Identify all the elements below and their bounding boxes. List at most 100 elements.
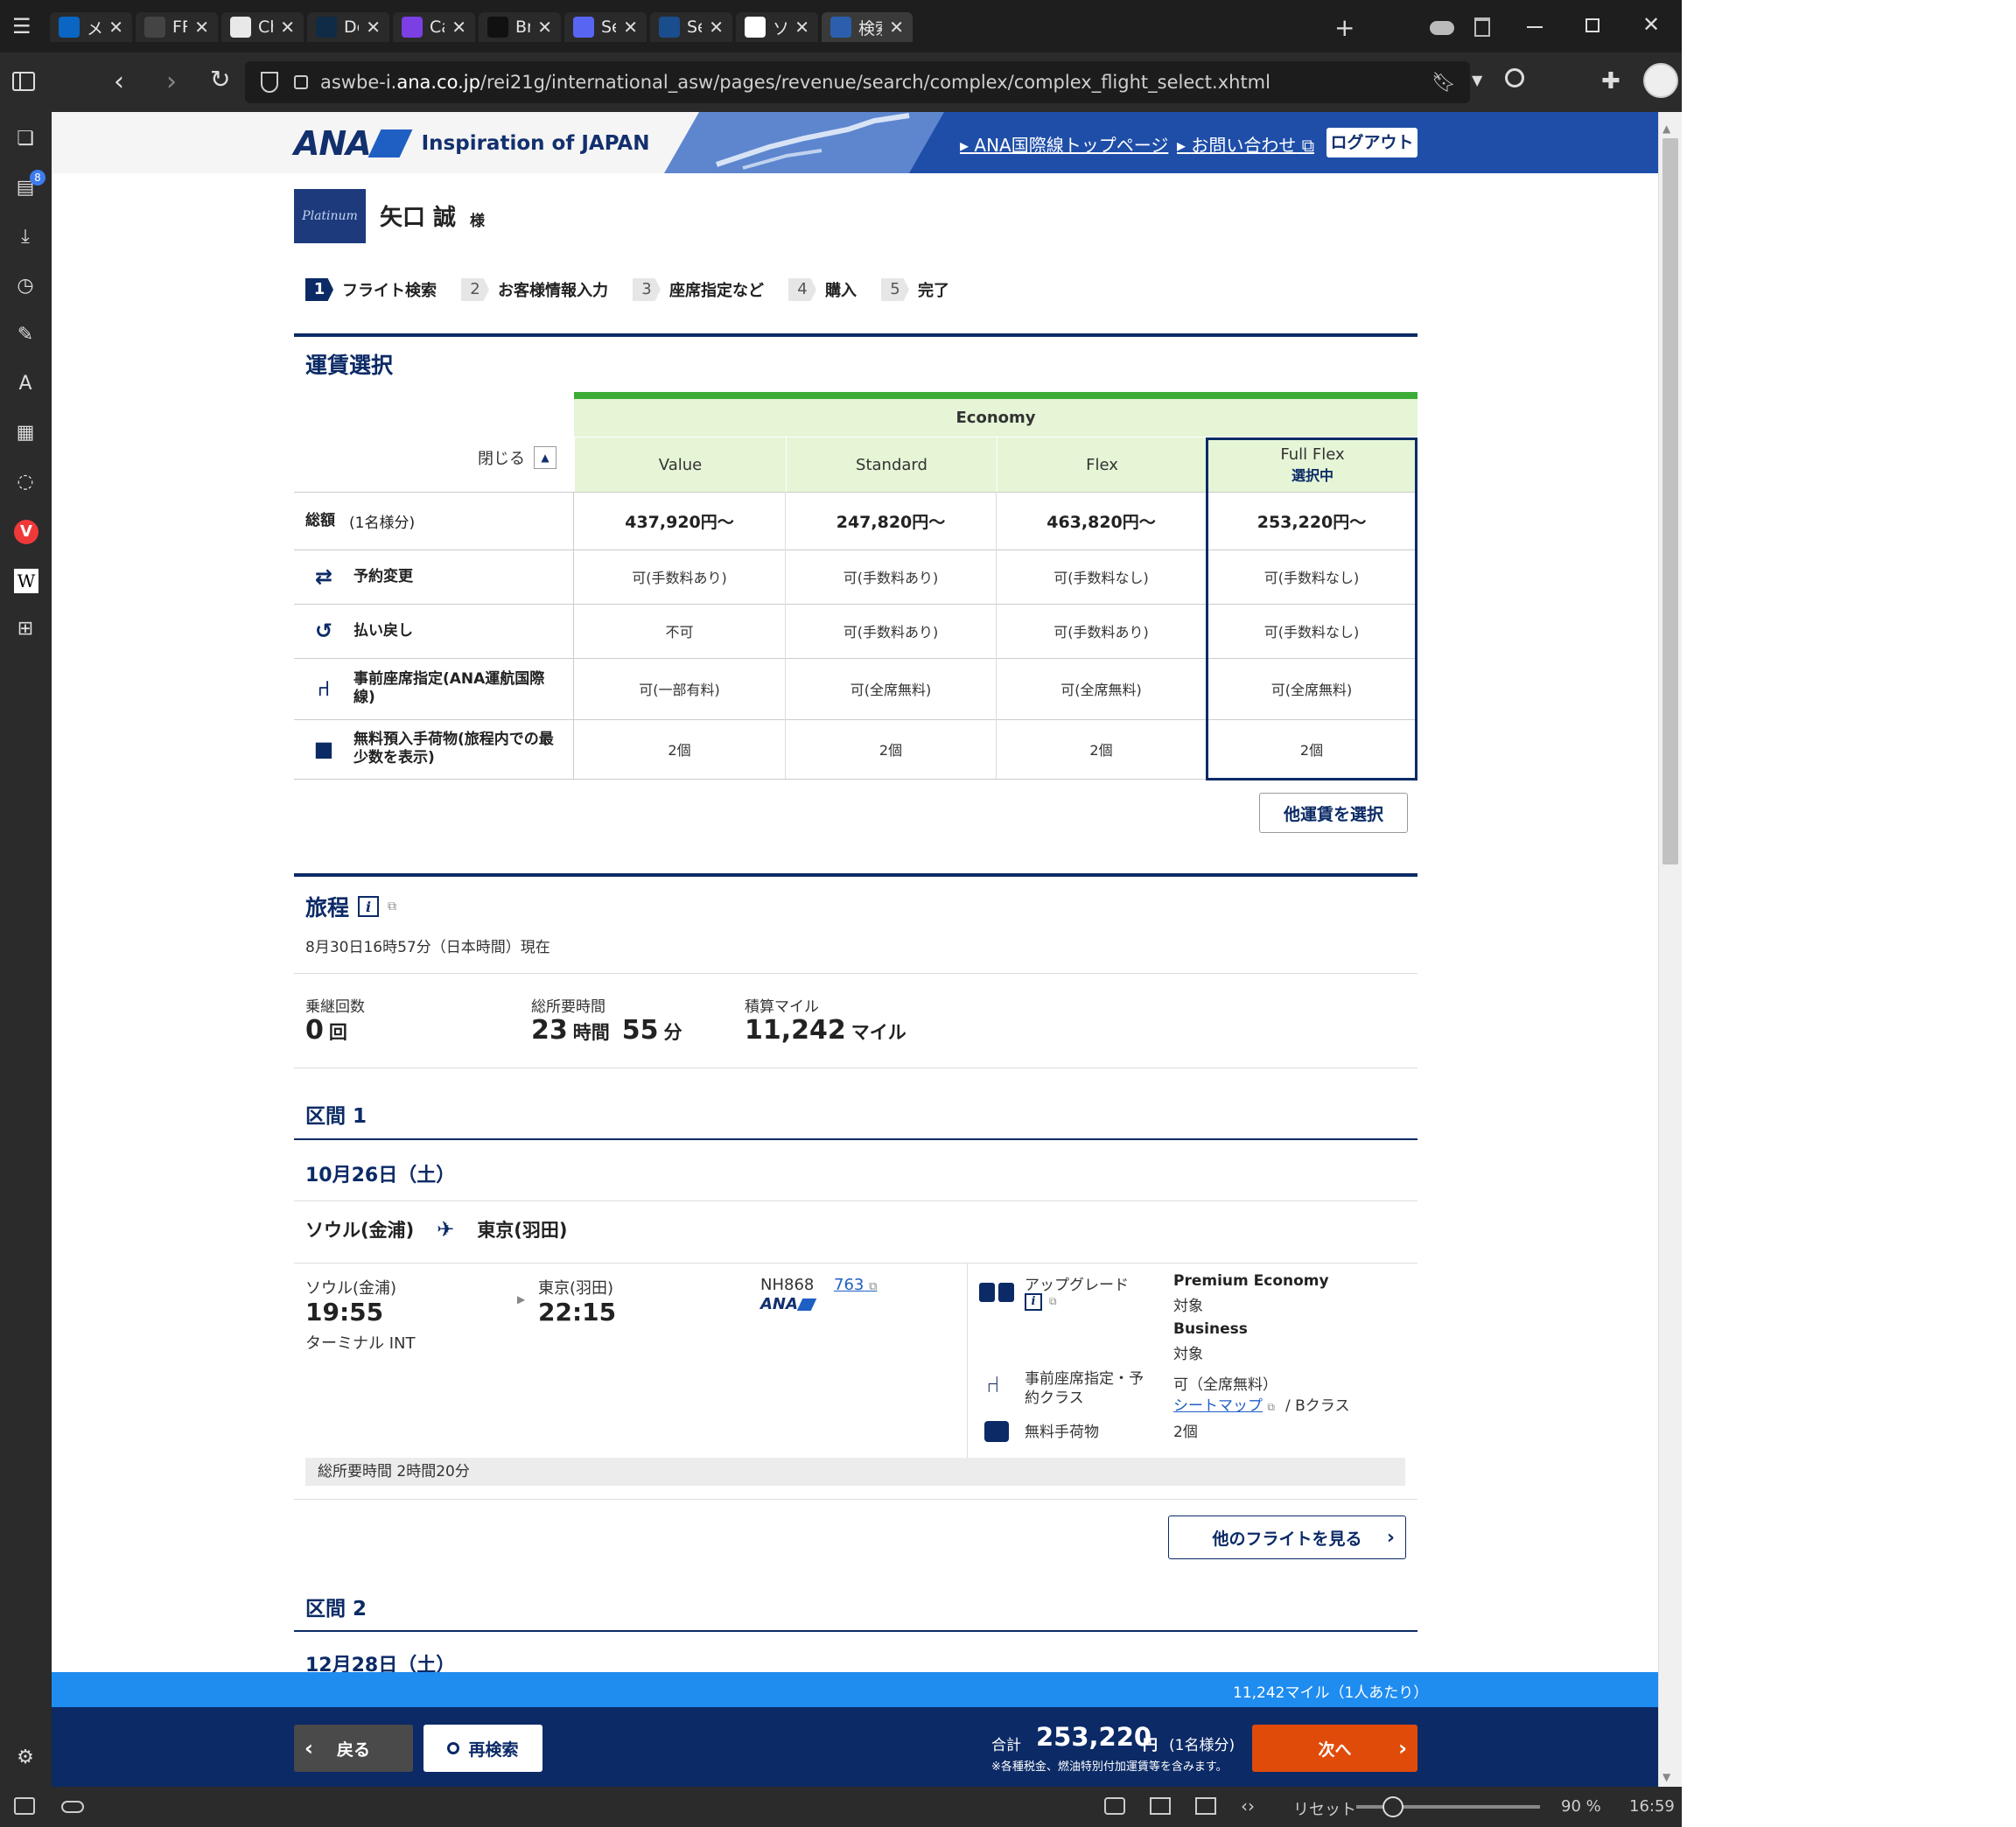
- stat-number: 55: [621, 1015, 659, 1046]
- browser-tab[interactable]: Searc ✕: [650, 12, 732, 42]
- ana-top-link[interactable]: ▸ ANA国際線トップページ: [960, 131, 1168, 157]
- bookmark-icon[interactable]: 🔖︎: [1432, 72, 1456, 94]
- fare-name: Value: [658, 455, 703, 474]
- panel-icon[interactable]: [14, 1797, 35, 1815]
- cloud-icon[interactable]: [1430, 21, 1454, 35]
- fare-name: Standard: [856, 455, 928, 474]
- window-icon[interactable]: [1195, 1797, 1216, 1815]
- chevron-right-icon: ›: [1398, 1736, 1407, 1760]
- extensions-icon[interactable]: ✚: [1601, 68, 1620, 94]
- shield-icon[interactable]: [261, 72, 278, 93]
- add-panel-icon[interactable]: ⊞: [12, 616, 38, 642]
- itinerary-heading: 旅程 i ⧉: [305, 891, 396, 922]
- chevron-left-icon: ‹: [304, 1736, 313, 1760]
- route: ソウル(金浦) ✈ 東京(羽田): [305, 1216, 568, 1242]
- browser-tab[interactable]: Break ✕: [479, 12, 561, 42]
- stat-number: 11,242: [745, 1015, 846, 1046]
- image-icon[interactable]: [1150, 1797, 1171, 1815]
- scrollbar[interactable]: ▲ ▼: [1658, 112, 1682, 1787]
- tab-close-icon[interactable]: ✕: [452, 17, 466, 38]
- divider: [294, 1200, 1418, 1201]
- new-tab-button[interactable]: +: [1334, 16, 1354, 40]
- browser-tab[interactable]: DeepL ✕: [307, 12, 389, 42]
- search-icon[interactable]: [1505, 68, 1524, 88]
- zoom-reset[interactable]: リセット: [1293, 1797, 1356, 1820]
- tab-favicon-icon: [144, 17, 165, 38]
- tab-close-icon[interactable]: ✕: [623, 17, 638, 38]
- bookmarks-panel-icon[interactable]: ❏: [12, 126, 38, 152]
- external-link-icon: ⧉: [388, 900, 397, 914]
- route-to: 東京(羽田): [477, 1220, 568, 1241]
- browser-tab[interactable]: ChatG ✕: [221, 12, 304, 42]
- vivaldi-icon[interactable]: V: [14, 520, 38, 544]
- other-fare-button[interactable]: 他運賃を選択: [1259, 793, 1408, 833]
- fare-column-header[interactable]: Value: [574, 438, 786, 492]
- research-button[interactable]: 再検索: [424, 1725, 542, 1772]
- browser-tab[interactable]: FRIDA ✕: [136, 12, 218, 42]
- browser-tab[interactable]: Camb ✕: [393, 12, 475, 42]
- history-icon[interactable]: ◷: [12, 273, 38, 299]
- settings-icon[interactable]: ⚙: [12, 1745, 38, 1771]
- fare-table: Economy 閉じる ▲ Value Standard Flex Full Flex…: [294, 392, 1418, 780]
- booking-class: / Bクラス: [1285, 1397, 1350, 1415]
- tab-close-icon[interactable]: ✕: [889, 17, 904, 38]
- tab-close-icon[interactable]: ✕: [709, 17, 724, 38]
- seatmap-link[interactable]: シートマップ ⧉: [1173, 1393, 1275, 1415]
- reading-list-badge: 8: [30, 170, 46, 186]
- profile-avatar[interactable]: [1643, 63, 1678, 98]
- close-window-button[interactable]: ✕: [1642, 12, 1660, 37]
- fare-cell[interactable]: 463,820円～: [997, 492, 1207, 550]
- desktop-background: [1682, 0, 2016, 1827]
- ana-logo[interactable]: ANA Inspiration of JAPAN: [294, 124, 650, 163]
- zoom-slider[interactable]: [1356, 1796, 1540, 1817]
- tab-close-icon[interactable]: ✕: [280, 17, 295, 38]
- code-icon[interactable]: ‹›: [1241, 1796, 1255, 1816]
- aircraft-link[interactable]: 763 ⧉: [834, 1276, 877, 1294]
- back-icon[interactable]: ‹: [114, 66, 124, 97]
- maximize-button[interactable]: [1586, 18, 1600, 32]
- browser-tab[interactable]: SerpA ✕: [564, 12, 647, 42]
- downloads-icon[interactable]: ⤓: [12, 224, 38, 250]
- chat-icon[interactable]: ◌: [12, 469, 38, 495]
- tab-close-icon[interactable]: ✕: [794, 17, 809, 38]
- capture-icon[interactable]: [1104, 1797, 1125, 1815]
- close-toggle[interactable]: 閉じる ▲: [478, 446, 556, 469]
- panel-toggle-icon[interactable]: [12, 72, 35, 91]
- other-flights-button[interactable]: 他のフライトを見る ›: [1168, 1516, 1406, 1559]
- fare-row-label: ⑁ 事前座席指定(ANA運航国際線): [294, 658, 574, 719]
- fare-cell: 可(全席無料): [997, 658, 1207, 719]
- translate-icon[interactable]: A: [12, 371, 38, 397]
- sync-cloud-icon[interactable]: [61, 1801, 84, 1813]
- minimize-button[interactable]: [1527, 26, 1543, 28]
- url-field[interactable]: aswbe-i. ana.co.jp/rei21g/international_a…: [245, 61, 1470, 103]
- wikipedia-icon[interactable]: W: [14, 569, 38, 593]
- reload-icon[interactable]: ↻: [210, 65, 230, 94]
- total-currency: 円: [1143, 1737, 1158, 1754]
- fare-cell[interactable]: 247,820円～: [786, 492, 997, 550]
- url-dropdown-icon[interactable]: ▼: [1472, 72, 1482, 88]
- calendar-icon[interactable]: ▦: [12, 420, 38, 446]
- fare-column-header[interactable]: Flex: [997, 438, 1207, 492]
- forward-icon[interactable]: ›: [166, 66, 177, 97]
- browser-tab[interactable]: ソウル ✕: [736, 12, 818, 42]
- step-number: 4: [788, 278, 816, 301]
- fare-cell[interactable]: 437,920円～: [574, 492, 786, 550]
- tab-close-icon[interactable]: ✕: [366, 17, 381, 38]
- fare-row-text: 無料預入手荷物(旅程内での最少数を表示): [354, 731, 554, 766]
- logout-button[interactable]: ログアウト: [1326, 128, 1418, 158]
- browser-tab[interactable]: 検索 ✕: [822, 12, 913, 42]
- back-button[interactable]: ‹ 戻る: [294, 1725, 413, 1772]
- fare-column-header[interactable]: Standard: [786, 438, 997, 492]
- upgrade-info-icon[interactable]: i: [1025, 1293, 1042, 1311]
- divider: [294, 1138, 1418, 1140]
- next-button[interactable]: 次へ ›: [1252, 1725, 1418, 1772]
- tab-close-icon[interactable]: ✕: [537, 17, 552, 38]
- tab-close-icon[interactable]: ✕: [108, 17, 123, 38]
- info-icon[interactable]: i: [358, 896, 380, 917]
- menu-icon[interactable]: ☰: [12, 16, 35, 37]
- contact-link[interactable]: ▸ お問い合わせ ⧉: [1177, 131, 1314, 157]
- notes-icon[interactable]: ✎: [12, 322, 38, 348]
- trash-icon[interactable]: [1474, 18, 1490, 37]
- tab-close-icon[interactable]: ✕: [194, 17, 209, 38]
- browser-tab[interactable]: メール ✕: [50, 12, 132, 42]
